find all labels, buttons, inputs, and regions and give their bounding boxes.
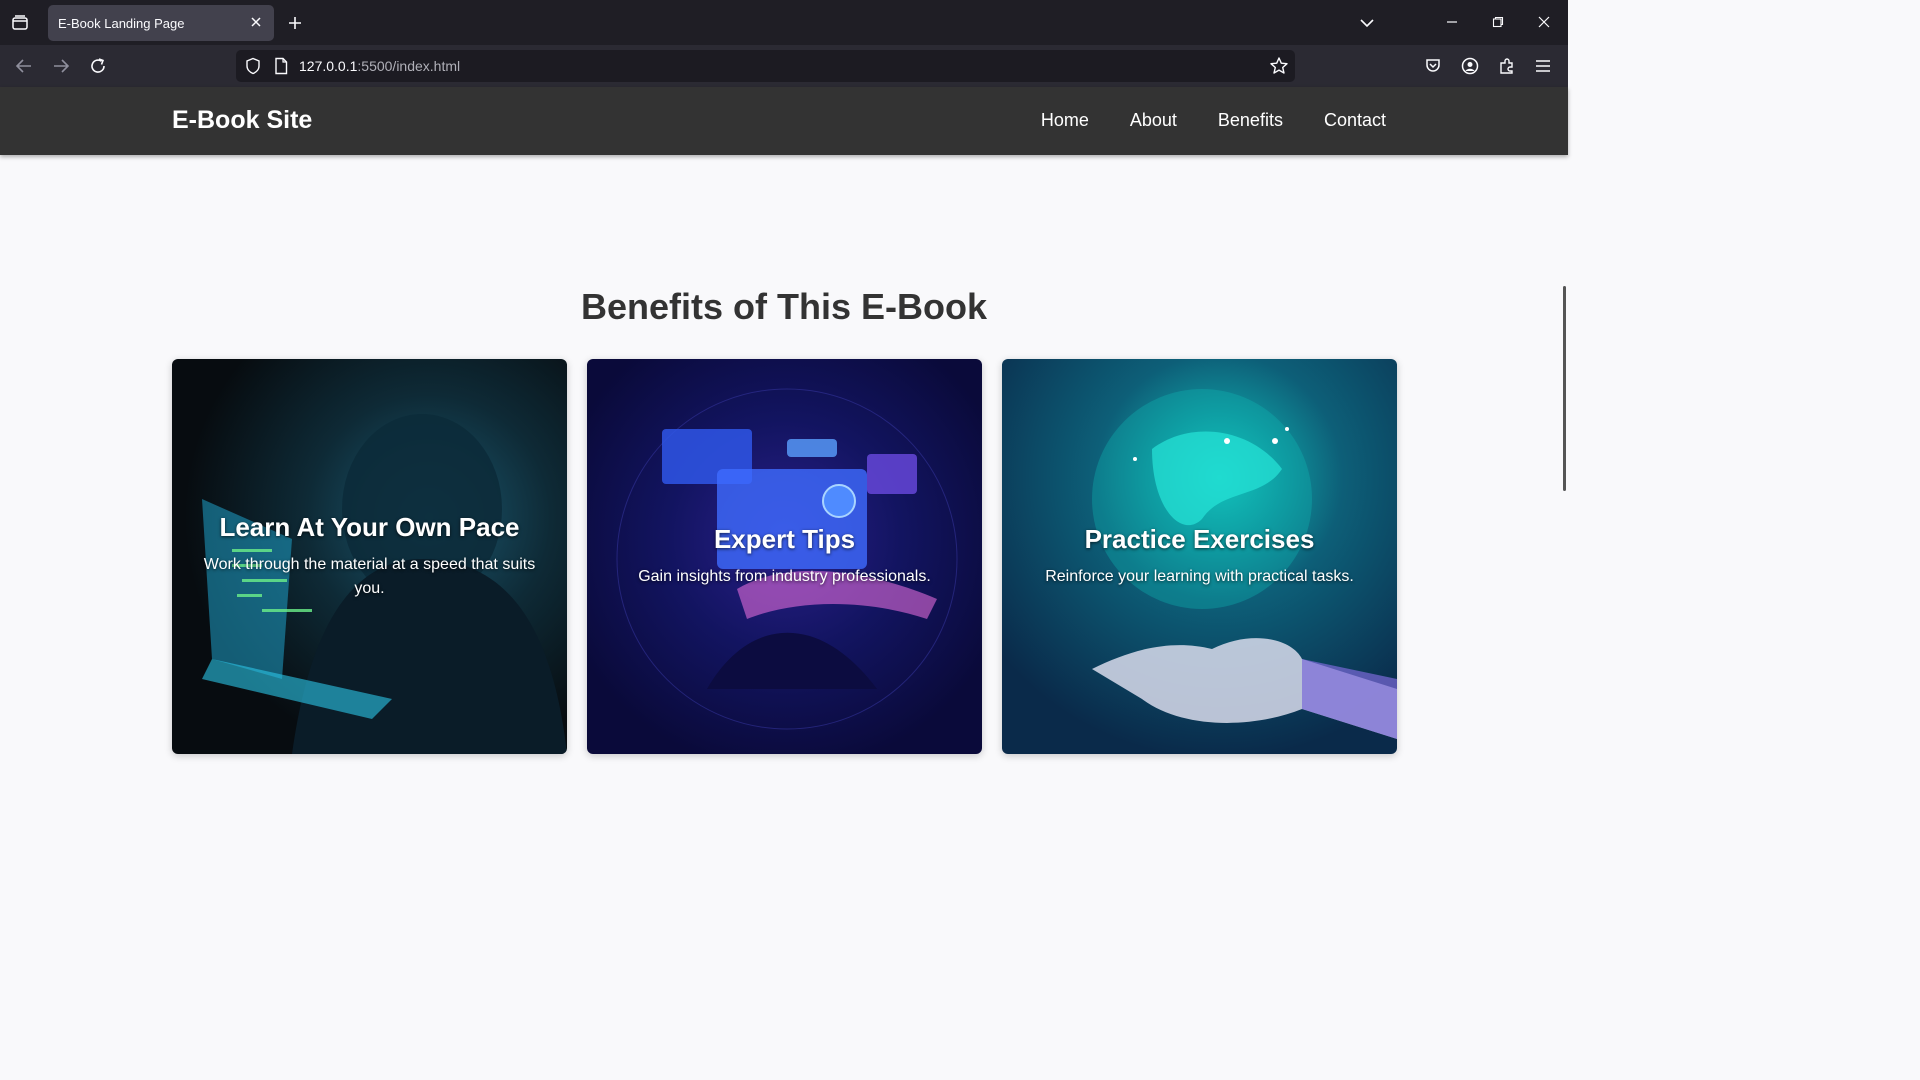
- benefit-card-exercises: Practice Exercises Reinforce your learni…: [1002, 359, 1397, 754]
- nav-link-home[interactable]: Home: [1041, 110, 1089, 131]
- close-icon[interactable]: [248, 14, 264, 30]
- restore-icon[interactable]: [1486, 10, 1510, 34]
- benefit-card-pace: Learn At Your Own Pace Work through the …: [172, 359, 567, 754]
- card-content: Expert Tips Gain insights from industry …: [587, 359, 982, 754]
- address-bar[interactable]: 127.0.0.1:5500/index.html: [236, 50, 1295, 82]
- browser-navigation-bar: 127.0.0.1:5500/index.html: [0, 45, 1568, 87]
- nav-link-contact[interactable]: Contact: [1324, 110, 1386, 131]
- browser-tab[interactable]: E-Book Landing Page: [48, 5, 274, 41]
- chevron-down-icon[interactable]: [1356, 12, 1378, 34]
- card-title: Practice Exercises: [1084, 524, 1315, 554]
- shield-icon[interactable]: [244, 57, 262, 80]
- card-text: Work through the material at a speed tha…: [203, 556, 536, 597]
- card-text: Reinforce your learning with practical t…: [1045, 568, 1354, 585]
- site-brand[interactable]: E-Book Site: [172, 106, 312, 135]
- scrollbar-thumb[interactable]: [1563, 286, 1566, 491]
- url-text[interactable]: 127.0.0.1:5500/index.html: [299, 58, 460, 74]
- site-nav: Home About Benefits Contact: [1041, 110, 1386, 131]
- card-content: Practice Exercises Reinforce your learni…: [1002, 359, 1397, 754]
- browser-tab-bar: E-Book Landing Page: [0, 0, 1568, 45]
- card-content: Learn At Your Own Pace Work through the …: [172, 359, 567, 754]
- card-title: Expert Tips: [713, 524, 856, 554]
- menu-icon[interactable]: [1531, 54, 1555, 78]
- pocket-icon[interactable]: [1421, 54, 1445, 78]
- close-window-icon[interactable]: [1532, 10, 1556, 34]
- back-arrow-icon[interactable]: [12, 54, 36, 78]
- reload-icon[interactable]: [86, 54, 110, 78]
- nav-link-about[interactable]: About: [1130, 110, 1177, 131]
- tab-title: E-Book Landing Page: [58, 16, 185, 31]
- forward-arrow-icon[interactable]: [49, 54, 73, 78]
- card-title: Learn At Your Own Pace: [219, 512, 520, 542]
- minimize-icon[interactable]: [1440, 10, 1464, 34]
- card-text: Gain insights from industry professional…: [638, 568, 931, 585]
- star-bookmark-icon[interactable]: [1269, 56, 1289, 81]
- account-icon[interactable]: [1458, 54, 1482, 78]
- firefox-view-icon[interactable]: [8, 11, 32, 35]
- nav-link-benefits[interactable]: Benefits: [1218, 110, 1283, 131]
- page-icon: [273, 57, 289, 80]
- benefit-card-tips: Expert Tips Gain insights from industry …: [587, 359, 982, 754]
- site-header: E-Book Site Home About Benefits Contact: [0, 87, 1568, 155]
- extensions-icon[interactable]: [1495, 54, 1519, 78]
- new-tab-plus-icon[interactable]: [284, 12, 306, 34]
- benefits-title: Benefits of This E-Book: [580, 286, 988, 327]
